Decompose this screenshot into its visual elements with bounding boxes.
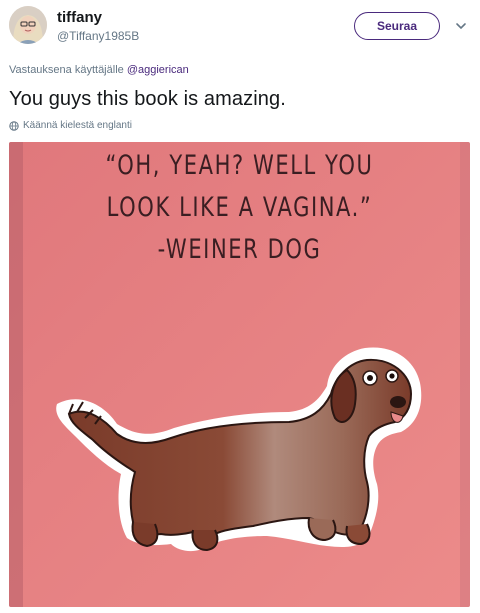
follow-button[interactable]: Seuraa (354, 12, 440, 40)
tweet-card: tiffany @Tiffany1985B Seuraa Vastauksena… (0, 0, 480, 613)
tweet-text: You guys this book is amazing. (9, 88, 286, 110)
tweet-photo[interactable]: “OH, YEAH? WELL YOU LOOK LIKE A VAGINA.”… (9, 142, 470, 607)
quote-line-2: LOOK LIKE A VAGINA.” (106, 192, 373, 223)
reply-prefix: Vastauksena käyttäjälle (9, 64, 124, 76)
user-handle[interactable]: @Tiffany1985B (57, 29, 139, 43)
quote-line-1: “OH, YEAH? WELL YOU (105, 150, 374, 181)
avatar[interactable] (9, 6, 47, 44)
user-name[interactable]: tiffany (57, 9, 102, 26)
translate-label: Käännä kielestä englanti (23, 120, 132, 131)
reply-context: Vastauksena käyttäjälle @aggierican (9, 64, 189, 76)
translate-link[interactable]: Käännä kielestä englanti (9, 120, 132, 131)
reply-mention-link[interactable]: @aggierican (127, 64, 189, 76)
chevron-down-icon[interactable] (454, 19, 468, 33)
quote-line-3: -WEINER DOG (157, 234, 322, 265)
globe-icon (9, 120, 19, 131)
